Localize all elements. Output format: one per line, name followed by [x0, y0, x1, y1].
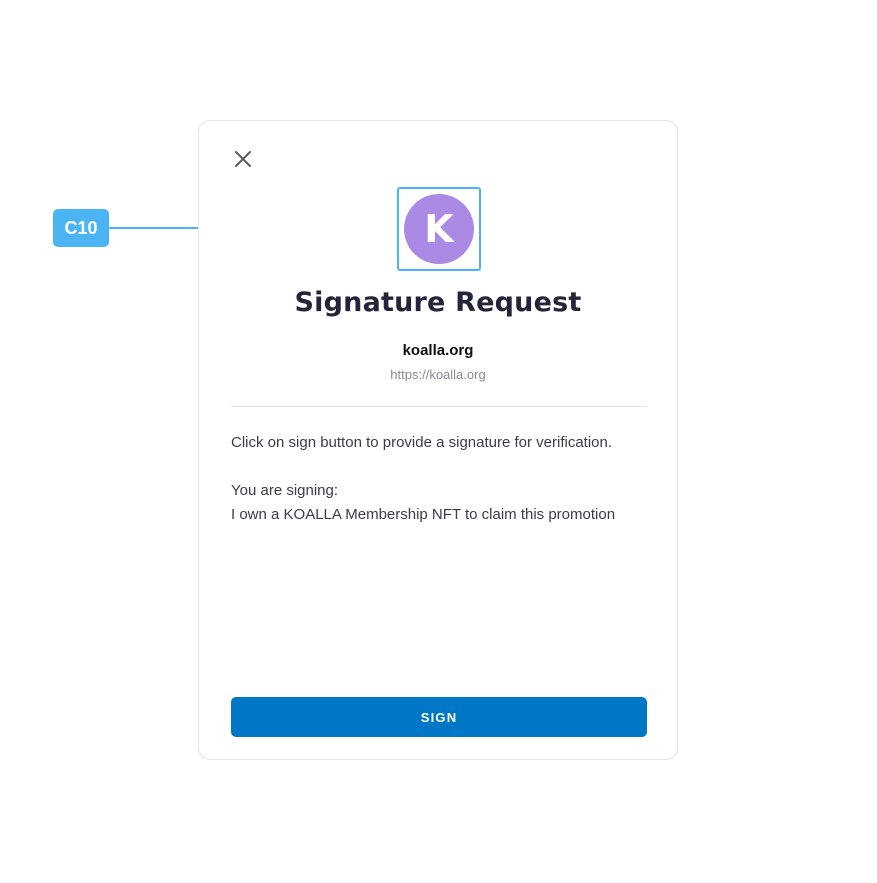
stage: C10 K Signature Request koalla.org https… [0, 0, 877, 883]
avatar-highlight-frame: K [397, 187, 481, 271]
instruction-text: Click on sign button to provide a signat… [231, 434, 613, 451]
divider [231, 406, 647, 407]
close-icon [232, 148, 254, 170]
signature-request-dialog: K Signature Request koalla.org https://k… [198, 120, 678, 760]
annotation-badge: C10 [53, 209, 109, 247]
close-button[interactable] [232, 148, 254, 170]
site-url: https://koalla.org [390, 367, 486, 382]
site-avatar: K [404, 194, 474, 264]
sign-button[interactable]: SIGN [231, 697, 647, 737]
signing-label: You are signing: [231, 482, 339, 499]
dialog-title: Signature Request [294, 287, 582, 318]
site-name: koalla.org [402, 342, 474, 359]
signing-message: I own a KOALLA Membership NFT to claim t… [231, 506, 616, 523]
